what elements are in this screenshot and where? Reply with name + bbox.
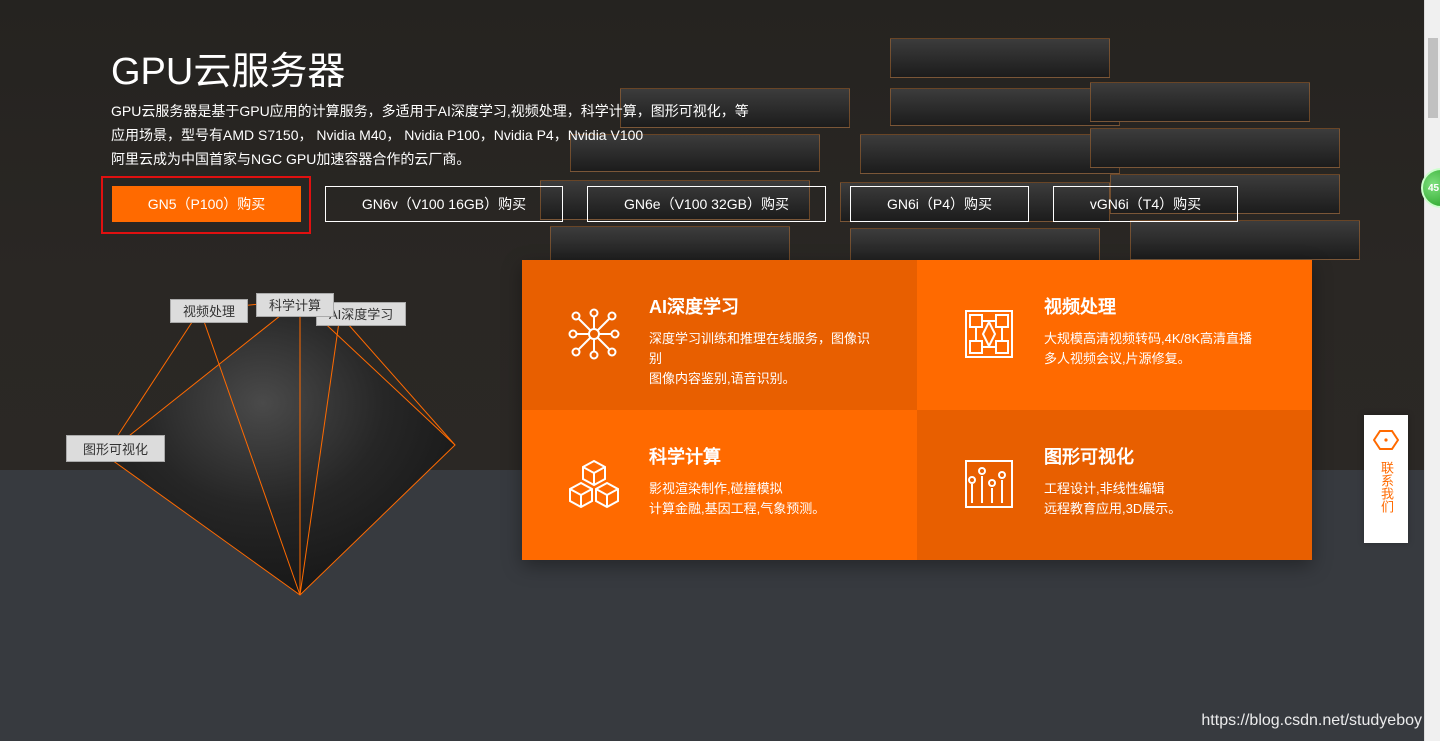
buy-gn5-button[interactable]: GN5（P100）购买: [112, 186, 301, 222]
feature-title: AI深度学习: [649, 297, 739, 317]
pyramid-label-science: 科学计算: [256, 293, 335, 317]
buy-vgn6i-button[interactable]: vGN6i（T4）购买: [1053, 186, 1238, 222]
feature-description: 深度学习训练和推理在线服务，图像识别 图像内容鉴别,语音识别。: [649, 331, 871, 386]
feature-title: 科学计算: [649, 447, 721, 467]
application-pyramid: 视频处理 AI深度学习 科学计算 图形可视化: [60, 280, 480, 610]
pyramid-label-video: 视频处理: [170, 299, 249, 323]
cubes-icon: [569, 459, 619, 509]
feature-description: 影视渲染制作,碰撞模拟 计算金融,基因工程,气象预测。: [649, 481, 826, 516]
scrollbar-thumb[interactable]: [1428, 38, 1438, 118]
pyramid-label-graphics: 图形可视化: [66, 435, 166, 462]
neural-network-icon: [568, 308, 620, 360]
buy-gn6i-button[interactable]: GN6i（P4）购买: [850, 186, 1029, 222]
feature-card-graphics[interactable]: 图形可视化 工程设计,非线性编辑 远程教育应用,3D展示。: [917, 410, 1312, 560]
bar-chart-icon: [965, 460, 1013, 508]
contact-us-button[interactable]: 联系我们: [1364, 415, 1408, 543]
page-description: GPU云服务器是基于GPU应用的计算服务，多适用于AI深度学习,视频处理，科学计…: [111, 103, 749, 167]
feature-description: 工程设计,非线性编辑 远程教育应用,3D展示。: [1044, 481, 1182, 516]
feature-grid: AI深度学习 深度学习训练和推理在线服务，图像识别 图像内容鉴别,语音识别。 视…: [522, 260, 1312, 560]
page-title: GPU云服务器: [111, 51, 346, 93]
feature-card-video[interactable]: 视频处理 大规模高清视频转码,4K/8K高清直播 多人视频会议,片源修复。: [917, 260, 1312, 410]
buy-gn6e-button[interactable]: GN6e（V100 32GB）购买: [587, 186, 826, 222]
feature-title: 视频处理: [1044, 297, 1116, 317]
feature-description: 大规模高清视频转码,4K/8K高清直播 多人视频会议,片源修复。: [1044, 331, 1253, 366]
feature-title: 图形可视化: [1044, 447, 1134, 467]
contact-us-label: 联系我们: [1379, 461, 1394, 513]
feature-card-science[interactable]: 科学计算 影视渲染制作,碰撞模拟 计算金融,基因工程,气象预测。: [522, 410, 917, 560]
buy-gn6v-button[interactable]: GN6v（V100 16GB）购买: [325, 186, 563, 222]
feature-card-ai[interactable]: AI深度学习 深度学习训练和推理在线服务，图像识别 图像内容鉴别,语音识别。: [522, 260, 917, 410]
chat-icon: [1373, 430, 1399, 450]
watermark: https://blog.csdn.net/studyeboy: [1201, 712, 1422, 729]
page-scrollbar[interactable]: [1424, 0, 1440, 741]
video-grid-icon: [965, 310, 1013, 358]
